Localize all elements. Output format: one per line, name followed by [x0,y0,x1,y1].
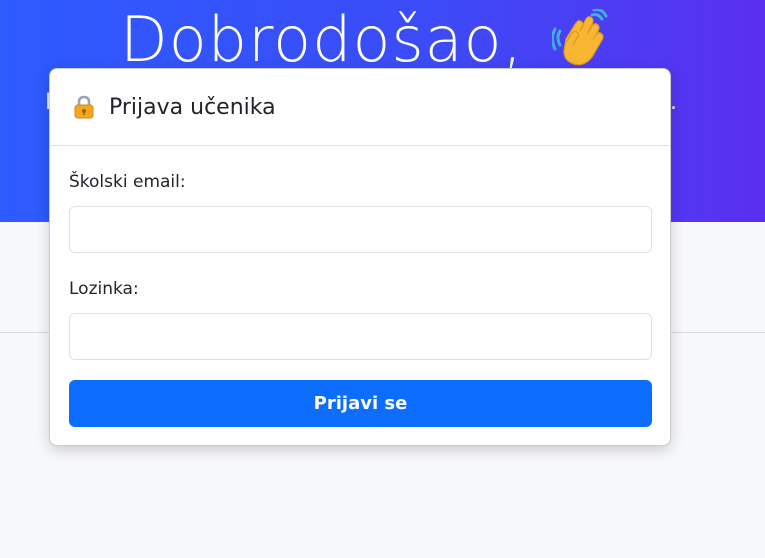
lock-icon [74,95,94,119]
modal-header: Prijava učenika [50,69,670,146]
password-group: Lozinka: [69,277,652,360]
password-field[interactable] [69,313,652,360]
password-label: Lozinka: [69,279,139,299]
login-button[interactable]: Prijavi se [69,380,652,427]
hero-title: Dobrodošao, [120,3,524,76]
email-field[interactable] [69,206,652,253]
waving-hand-icon [552,9,608,66]
hero-subtitle-right: . [670,90,677,115]
page: Dobrodošao, P . Prijava učenika [0,0,765,558]
modal-body: Školski email: Lozinka: Prijavi se [50,146,670,427]
login-modal: Prijava učenika Školski email: Lozinka: … [49,68,671,446]
email-label: Školski email: [69,172,186,192]
email-group: Školski email: [69,170,652,253]
modal-title: Prijava učenika [109,94,276,120]
